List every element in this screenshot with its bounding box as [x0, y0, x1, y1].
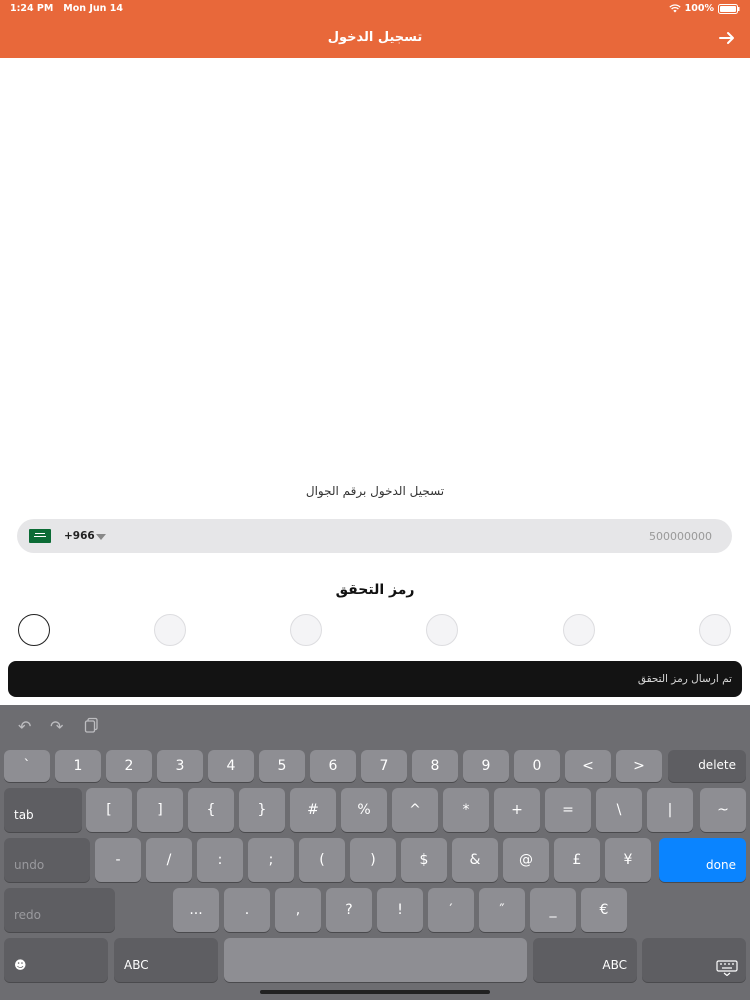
country-code[interactable]: +966: [64, 530, 95, 542]
battery-icon: [718, 3, 740, 14]
key-exclamation[interactable]: !: [377, 888, 423, 932]
redo-key-label: redo: [14, 908, 42, 922]
key-euro[interactable]: €: [581, 888, 627, 932]
home-indicator: [260, 990, 490, 994]
key-semicolon[interactable]: ;: [248, 838, 294, 882]
key-period[interactable]: .: [224, 888, 270, 932]
paste-icon[interactable]: [84, 717, 100, 733]
key-right-brace[interactable]: }: [239, 788, 285, 832]
redo-key[interactable]: redo: [4, 888, 115, 932]
battery-percent: 100%: [684, 3, 714, 14]
key-at[interactable]: @: [503, 838, 549, 882]
nav-header: 1:24 PM Mon Jun 14 100% تسجيل الدخول: [0, 0, 750, 58]
key-prime[interactable]: ′: [428, 888, 474, 932]
key-comma[interactable]: ,: [275, 888, 321, 932]
key-2[interactable]: 2: [106, 750, 152, 782]
key-left-paren[interactable]: (: [299, 838, 345, 882]
abc-key-left[interactable]: ABC: [114, 938, 218, 982]
status-time: 1:24 PM Mon Jun 14: [10, 3, 123, 14]
key-8[interactable]: 8: [412, 750, 458, 782]
key-dollar[interactable]: $: [401, 838, 447, 882]
abc-key-right[interactable]: ABC: [533, 938, 637, 982]
key-colon[interactable]: :: [197, 838, 243, 882]
key-left-brace[interactable]: {: [188, 788, 234, 832]
key-question[interactable]: ?: [326, 888, 372, 932]
status-right: 100%: [668, 3, 740, 14]
toast-text: تم ارسال رمز التحقق: [637, 673, 732, 685]
key-pipe[interactable]: |: [647, 788, 693, 832]
key-0[interactable]: 0: [514, 750, 560, 782]
status-date-text: Mon Jun 14: [63, 3, 123, 14]
key-5[interactable]: 5: [259, 750, 305, 782]
otp-digit-box[interactable]: [154, 614, 186, 646]
key-minus[interactable]: -: [95, 838, 141, 882]
key-ampersand[interactable]: &: [452, 838, 498, 882]
hide-keyboard-key[interactable]: [642, 938, 746, 982]
saudi-flag-icon[interactable]: [29, 529, 51, 543]
key-1[interactable]: 1: [55, 750, 101, 782]
key-less-than[interactable]: <: [565, 750, 611, 782]
key-equals[interactable]: =: [545, 788, 591, 832]
done-button[interactable]: done: [659, 838, 746, 882]
otp-digit-box[interactable]: [18, 614, 50, 646]
key-ellipsis[interactable]: ...: [173, 888, 219, 932]
status-time-text: 1:24 PM: [10, 3, 54, 14]
undo-key-label: undo: [14, 858, 45, 872]
arrow-right-icon[interactable]: [718, 30, 736, 46]
key-percent[interactable]: %: [341, 788, 387, 832]
otp-digit-box[interactable]: [699, 614, 731, 646]
key-plus[interactable]: +: [494, 788, 540, 832]
key-right-paren[interactable]: ): [350, 838, 396, 882]
tab-key[interactable]: tab: [4, 788, 82, 832]
page-title: تسجيل الدخول: [327, 30, 423, 45]
key-left-bracket[interactable]: [: [86, 788, 132, 832]
otp-title: رمز التحقق: [335, 582, 415, 598]
key-right-bracket[interactable]: ]: [137, 788, 183, 832]
key-backtick[interactable]: `: [4, 750, 50, 782]
key-7[interactable]: 7: [361, 750, 407, 782]
emoji-key[interactable]: ☻: [4, 938, 108, 982]
key-slash[interactable]: /: [146, 838, 192, 882]
space-bar[interactable]: [224, 938, 527, 982]
key-9[interactable]: 9: [463, 750, 509, 782]
phone-input[interactable]: 500000000: [649, 530, 712, 543]
key-6[interactable]: 6: [310, 750, 356, 782]
key-pound[interactable]: £: [554, 838, 600, 882]
wifi-icon: [668, 4, 681, 13]
keyboard-hide-icon: [716, 960, 738, 976]
redo-icon[interactable]: ↷: [50, 717, 66, 736]
key-asterisk[interactable]: *: [443, 788, 489, 832]
undo-icon[interactable]: ↶: [18, 717, 34, 736]
delete-key-label: delete: [698, 758, 736, 772]
key-hash[interactable]: #: [290, 788, 336, 832]
phone-field[interactable]: +966 500000000: [17, 519, 732, 553]
chevron-down-icon[interactable]: [96, 534, 106, 540]
key-double-prime[interactable]: ″: [479, 888, 525, 932]
key-tilde[interactable]: ~: [700, 788, 746, 832]
abc-key-left-label: ABC: [124, 958, 149, 972]
key-caret[interactable]: ^: [392, 788, 438, 832]
undo-key[interactable]: undo: [4, 838, 90, 882]
otp-digit-box[interactable]: [290, 614, 322, 646]
key-backslash[interactable]: \: [596, 788, 642, 832]
key-underscore[interactable]: _: [530, 888, 576, 932]
toast-message: تم ارسال رمز التحقق: [8, 661, 742, 697]
abc-key-right-label: ABC: [602, 958, 627, 972]
delete-key[interactable]: delete: [668, 750, 746, 782]
keyboard: ↶ ↷ ` 1 2 3 4 5 6 7 8 9 0 < > delete tab…: [0, 705, 750, 1000]
key-4[interactable]: 4: [208, 750, 254, 782]
key-yen[interactable]: ¥: [605, 838, 651, 882]
key-greater-than[interactable]: >: [616, 750, 662, 782]
done-button-label: done: [706, 858, 736, 872]
otp-digit-box[interactable]: [426, 614, 458, 646]
key-3[interactable]: 3: [157, 750, 203, 782]
otp-digit-box[interactable]: [563, 614, 595, 646]
emoji-icon: ☻: [14, 958, 27, 972]
tab-key-label: tab: [14, 808, 34, 822]
phone-login-label: تسجيل الدخول برقم الجوال: [305, 484, 445, 498]
